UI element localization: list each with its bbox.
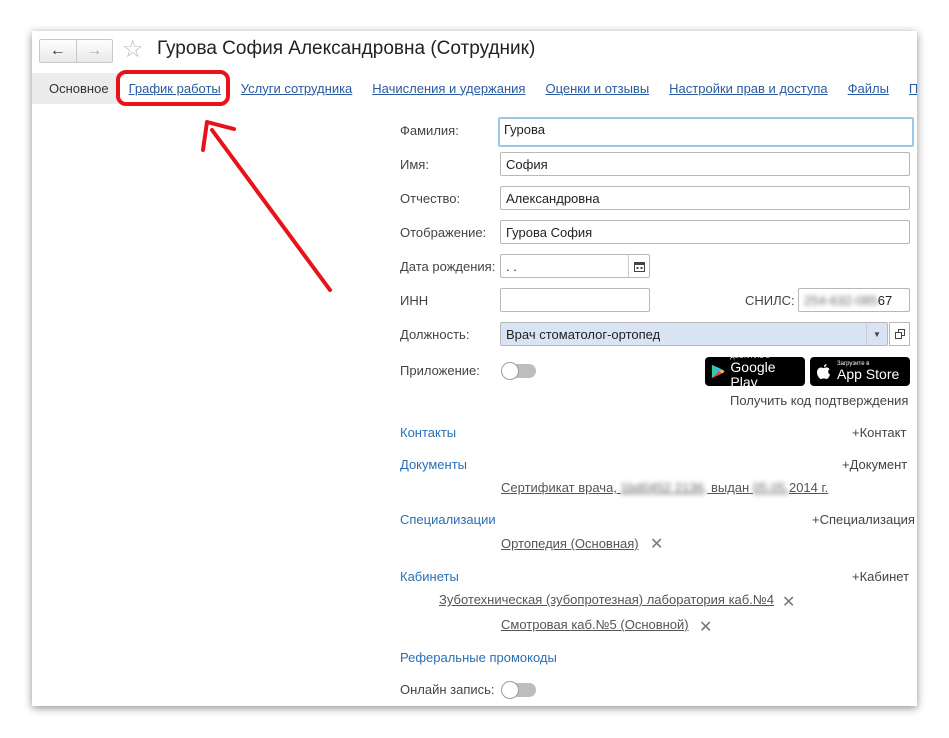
tab-highlight-box: [116, 70, 230, 106]
annotation-overlay: [116, 70, 332, 292]
annotation-arrow-line: [210, 128, 332, 292]
